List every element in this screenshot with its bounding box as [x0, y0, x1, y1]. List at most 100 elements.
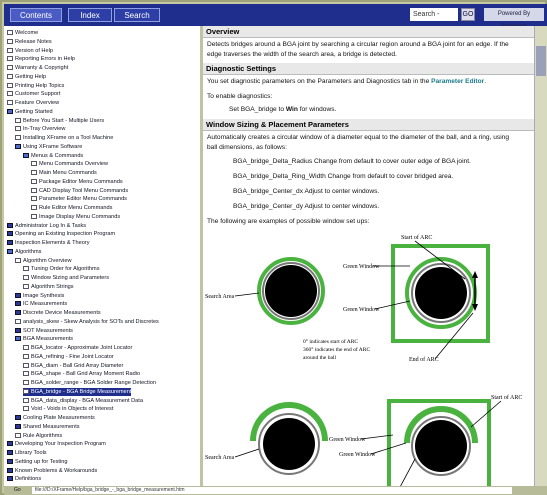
- tree-item-label: Administrator Log In & Tasks: [15, 222, 87, 229]
- tree-item[interactable]: Library Tools: [7, 449, 47, 457]
- go-button[interactable]: GO: [461, 8, 475, 21]
- tree-item[interactable]: Cooling Plate Measurements: [15, 414, 95, 422]
- tree-item[interactable]: Discrete Device Measurements: [15, 309, 101, 317]
- tree-item[interactable]: Customer Support: [7, 90, 60, 98]
- tree-item[interactable]: Package Editor Menu Commands: [31, 178, 123, 186]
- param-radius: BGA_bridge_Delta_Radius Change from defa…: [233, 158, 471, 165]
- tree-item[interactable]: Algorithms: [7, 248, 41, 256]
- tree-item[interactable]: BGA_bridge - BGA Bridge Measurement: [23, 387, 132, 396]
- contents-tree: Welcome Release Notes Version of Help Repor…: [4, 26, 203, 486]
- tree-item[interactable]: Rule Editor Menu Commands: [31, 204, 112, 212]
- tree-item[interactable]: Version of Help: [7, 47, 53, 55]
- tree-item[interactable]: Welcome: [7, 29, 38, 37]
- tree-item[interactable]: Main Menu Commands: [31, 169, 97, 177]
- tree-item-label: Opening an Existing Inspection Program: [15, 231, 116, 238]
- tree-item[interactable]: analysis_skew - Skew Analysis for SOTs a…: [15, 318, 159, 326]
- tree-item[interactable]: Opening an Existing Inspection Program: [7, 230, 115, 238]
- tree-item-label: Algorithms: [15, 248, 42, 255]
- tree-item-label: Customer Support: [15, 91, 61, 98]
- tree-item[interactable]: BGA_data_display - BGA Measurement Data: [23, 397, 143, 405]
- book-icon: [15, 301, 21, 307]
- tree-item[interactable]: Image Synthesis: [15, 292, 64, 300]
- powered-by-logo: Powered By RoboHelp: [484, 8, 544, 30]
- tree-item[interactable]: Parameter Editor Menu Commands: [31, 195, 127, 203]
- tree-item[interactable]: Getting Started: [7, 108, 53, 116]
- tree-item[interactable]: Definitions: [7, 475, 41, 483]
- tree-item-label: Getting Started: [15, 108, 53, 115]
- tree-item[interactable]: CAD Display Tool Menu Commands: [31, 187, 128, 195]
- status-go-button[interactable]: Go: [14, 487, 21, 493]
- tree-item[interactable]: Installing XFrame on a Tool Machine: [15, 134, 113, 142]
- tree-item[interactable]: Menu Commands Overview: [31, 160, 108, 168]
- tree-item[interactable]: Inspection Elements & Theory: [7, 239, 90, 247]
- label-search-area: Search Area: [205, 294, 234, 300]
- tree-item[interactable]: Rule Algorithms: [15, 432, 62, 440]
- tree-item[interactable]: BGA_locator - Approximate Joint Locator: [23, 344, 132, 352]
- page-icon: [23, 275, 29, 281]
- page-icon: [15, 432, 21, 438]
- note-line-2: 360° indicates the end of ARC: [303, 346, 370, 353]
- tree-item[interactable]: Warranty & Copyright: [7, 64, 68, 72]
- tree-item-label: Developing Your Inspection Program: [15, 441, 106, 448]
- book-icon: [15, 292, 21, 298]
- tree-item[interactable]: Shared Measurements: [15, 423, 80, 431]
- tree-item[interactable]: Menus & Commands: [23, 152, 83, 160]
- tree-item-label: analysis_skew - Skew Analysis for SOTs a…: [23, 318, 159, 325]
- search-select[interactable]: Search -: [410, 8, 458, 21]
- tree-item[interactable]: BGA_refining - Fine Joint Locator: [23, 353, 114, 361]
- window-text-1: Automatically creates a circular window …: [207, 134, 510, 141]
- tree-item-label: Rule Editor Menu Commands: [39, 205, 113, 211]
- tree-item-label: Welcome: [15, 30, 39, 36]
- content-scrollbar[interactable]: [534, 26, 547, 486]
- tab-index[interactable]: Index: [68, 8, 112, 22]
- tree-item-label: Algorithm Strings: [31, 283, 74, 290]
- tab-contents[interactable]: Contents: [10, 8, 62, 22]
- tree-item[interactable]: Using XFrame Software: [15, 143, 82, 151]
- tree-item[interactable]: BGA Measurements: [15, 335, 73, 343]
- tree-item-label: Image Display Menu Commands: [39, 213, 121, 220]
- label-green-window-3: Green Window: [329, 437, 366, 443]
- tree-item[interactable]: In-Tray Overview: [15, 125, 65, 133]
- tree-item-label: Version of Help: [15, 47, 53, 54]
- tree-item[interactable]: Void - Voids in Objects of Interest: [23, 405, 113, 413]
- tree-item[interactable]: IC Measurements: [15, 300, 67, 308]
- tree-item[interactable]: Release Notes: [7, 38, 52, 46]
- tree-item[interactable]: BGA_shape - Ball Grid Array Moment Radio: [23, 370, 140, 378]
- scrollbar-thumb[interactable]: [536, 46, 546, 76]
- page-icon: [31, 187, 37, 193]
- tree-item[interactable]: Algorithm Overview: [15, 257, 72, 265]
- tree-item-label: Warranty & Copyright: [15, 65, 69, 71]
- tree-item[interactable]: BGA_diam - Ball Grid Array Diameter: [23, 362, 123, 370]
- tree-item[interactable]: Administrator Log In & Tasks: [7, 222, 86, 230]
- tree-item[interactable]: Feature Overview: [7, 99, 59, 107]
- topic-content: Overview Detects bridges around a BGA jo…: [203, 26, 534, 486]
- window-text-2: ball dimensions, as follows:: [207, 144, 287, 151]
- tree-item[interactable]: Tuning Order for Algorithms: [23, 265, 100, 273]
- tree-item[interactable]: Image Display Menu Commands: [31, 213, 120, 221]
- tree-item[interactable]: BGA_solder_range - BGA Solder Range Dete…: [23, 379, 156, 387]
- ball-3: [263, 418, 315, 470]
- tree-item[interactable]: Window Sizing and Parameters: [23, 274, 109, 282]
- page-icon: [23, 345, 29, 351]
- tree-item-label: Discrete Device Measurements: [23, 310, 101, 316]
- tree-item-label: Menu Commands Overview: [39, 161, 109, 168]
- tree-item[interactable]: Before You Start - Multiple Users: [15, 117, 104, 125]
- tree-item-label: Installing XFrame on a Tool Machine: [23, 135, 114, 141]
- tab-search[interactable]: Search: [114, 8, 160, 22]
- tree-item[interactable]: Developing Your Inspection Program: [7, 440, 106, 448]
- tree-item[interactable]: SOT Measurements: [15, 327, 73, 335]
- tree-item[interactable]: Algorithm Strings: [23, 283, 74, 291]
- page-icon: [7, 38, 13, 44]
- tree-item-label: Definitions: [15, 476, 42, 483]
- set-post: for windows.: [297, 106, 337, 113]
- tree-item[interactable]: Known Problems & Workarounds: [7, 467, 97, 475]
- page-icon: [23, 371, 29, 377]
- tree-item[interactable]: Setting up for Testing: [7, 458, 67, 466]
- tree-item[interactable]: Reporting Errors in Help: [7, 55, 75, 63]
- tree-item[interactable]: Getting Help: [7, 73, 46, 81]
- tree-item[interactable]: Printing Help Topics: [7, 82, 64, 90]
- parameter-editor-link[interactable]: Parameter Editor: [431, 78, 484, 85]
- label-start-arc-2: Start of ARC: [491, 394, 522, 401]
- note-line-1: 0° indicates start of ARC: [303, 338, 358, 345]
- page-icon: [15, 117, 21, 123]
